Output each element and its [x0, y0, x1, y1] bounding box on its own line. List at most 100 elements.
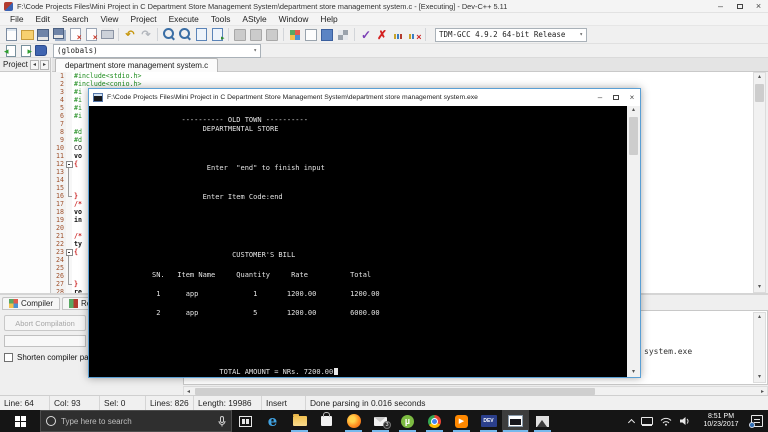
console-scrollbar-thumb[interactable] — [629, 117, 638, 155]
taskbar-edge[interactable] — [259, 410, 286, 432]
taskbar-task-view[interactable] — [232, 410, 259, 432]
new-source-icon[interactable] — [4, 27, 19, 42]
taskbar-firefox[interactable] — [340, 410, 367, 432]
abort-compilation-button[interactable]: Abort Compilation — [4, 315, 86, 331]
symbol-browser-select[interactable]: (globals) ▾ — [53, 43, 261, 58]
delete-profiling-icon[interactable] — [407, 27, 422, 42]
new-project-icon[interactable] — [304, 27, 319, 42]
menu-edit[interactable]: Edit — [30, 14, 56, 24]
taskbar-search[interactable] — [40, 410, 232, 432]
scroll-down-icon[interactable]: ▾ — [758, 283, 761, 292]
close-file-icon[interactable] — [68, 27, 83, 42]
scroll-down-icon[interactable]: ▾ — [758, 373, 761, 382]
taskbar-mail[interactable]: 3 — [367, 410, 394, 432]
class-browser-icon[interactable] — [34, 45, 47, 57]
start-button[interactable] — [0, 410, 40, 432]
scroll-up-icon[interactable]: ▴ — [632, 106, 635, 115]
battery-icon[interactable] — [641, 417, 653, 425]
goto-function-icon[interactable] — [210, 27, 225, 42]
taskbar-chrome[interactable] — [421, 410, 448, 432]
find-icon[interactable] — [162, 27, 177, 42]
compile-run-icon[interactable] — [265, 27, 280, 42]
taskbar-media-player[interactable] — [448, 410, 475, 432]
fold-marker[interactable] — [66, 160, 73, 168]
tab-compiler[interactable]: Compiler — [2, 297, 61, 310]
console-close-button[interactable]: × — [624, 91, 640, 105]
taskbar-devcpp[interactable] — [475, 410, 502, 432]
profile-analysis-icon[interactable] — [391, 27, 406, 42]
close-button[interactable]: × — [749, 0, 768, 12]
fold-gutter — [66, 136, 72, 144]
scroll-up-icon[interactable]: ▴ — [758, 313, 761, 322]
editor-scrollbar[interactable]: ▴ ▾ — [753, 72, 766, 293]
taskbar-utorrent[interactable] — [394, 410, 421, 432]
action-center-button[interactable] — [749, 415, 763, 428]
menu-window[interactable]: Window — [273, 14, 315, 24]
taskbar-photos[interactable] — [529, 410, 556, 432]
menu-astyle[interactable]: AStyle — [236, 14, 272, 24]
scroll-down-icon[interactable]: ▾ — [632, 368, 635, 377]
tray-expand-button[interactable] — [627, 418, 636, 426]
title-bar: F:\Code Projects Files\Mini Project in C… — [0, 0, 768, 13]
menu-view[interactable]: View — [94, 14, 124, 24]
panel-tab-next-button[interactable]: ▸ — [40, 59, 49, 70]
menu-tools[interactable]: Tools — [205, 14, 237, 24]
close-all-icon[interactable] — [84, 27, 99, 42]
redo-icon[interactable] — [139, 27, 154, 42]
editor-scrollbar-thumb[interactable] — [755, 84, 764, 102]
window-title: F:\Code Projects Files\Mini Project in C… — [17, 1, 508, 11]
compiler-log-scrollbar[interactable]: ▴ ▾ — [753, 312, 766, 383]
rebuild-all-icon[interactable] — [288, 27, 303, 42]
scroll-right-icon[interactable]: ▸ — [758, 388, 767, 395]
project-options-icon[interactable] — [320, 27, 335, 42]
save-icon[interactable] — [36, 27, 51, 42]
hscrollbar-thumb[interactable] — [195, 388, 595, 395]
compiler-profile-select[interactable]: TDM-GCC 4.9.2 64-bit Release ▾ — [435, 27, 587, 42]
menu-help[interactable]: Help — [314, 14, 343, 24]
fold-gutter — [66, 280, 72, 288]
menu-project[interactable]: Project — [125, 14, 163, 24]
wifi-icon[interactable] — [660, 416, 672, 426]
compile-icon[interactable] — [233, 27, 248, 42]
panel-tab-prev-button[interactable]: ◂ — [30, 59, 39, 70]
run-icon[interactable] — [249, 27, 264, 42]
search-input[interactable] — [61, 416, 218, 426]
shorten-paths-checkbox[interactable] — [4, 353, 13, 362]
scroll-left-icon[interactable]: ◂ — [184, 388, 193, 395]
taskbar-clock[interactable]: 8:51 PM 10/23/2017 — [698, 413, 744, 429]
minimize-button[interactable]: – — [711, 0, 730, 12]
undo-icon[interactable] — [123, 27, 138, 42]
nav-forward-icon[interactable] — [19, 45, 32, 57]
replace-icon[interactable] — [178, 27, 193, 42]
save-all-icon[interactable] — [52, 27, 67, 42]
menu-search[interactable]: Search — [56, 14, 95, 24]
abort-compilation-icon[interactable] — [375, 27, 390, 42]
menu-execute[interactable]: Execute — [163, 14, 205, 24]
package-manager-icon[interactable] — [336, 27, 351, 42]
console-window[interactable]: F:\Code Projects Files\Mini Project in C… — [88, 88, 641, 378]
taskbar-console-app[interactable] — [502, 410, 529, 432]
fold-marker[interactable] — [66, 248, 73, 256]
console-maximize-button[interactable] — [608, 91, 624, 105]
taskbar-store[interactable] — [313, 410, 340, 432]
console-scrollbar[interactable]: ▴ ▾ — [627, 106, 640, 377]
line-number: 12 — [52, 160, 66, 168]
console-minimize-button[interactable]: – — [592, 91, 608, 105]
toolbar-main: TDM-GCC 4.9.2 64-bit Release ▾ — [0, 26, 768, 44]
nav-back-icon[interactable] — [4, 45, 17, 57]
project-panel[interactable] — [0, 72, 51, 293]
maximize-button[interactable] — [730, 0, 749, 12]
print-icon[interactable] — [100, 27, 115, 42]
goto-line-icon[interactable] — [194, 27, 209, 42]
line-number: 14 — [52, 176, 66, 184]
scroll-up-icon[interactable]: ▴ — [758, 73, 761, 82]
menu-file[interactable]: File — [4, 14, 30, 24]
syntax-check-icon[interactable] — [359, 27, 374, 42]
editor-tab[interactable]: department store management system.c — [55, 58, 219, 72]
open-file-icon[interactable] — [20, 27, 35, 42]
volume-icon[interactable] — [679, 416, 691, 426]
taskbar-file-explorer[interactable] — [286, 410, 313, 432]
